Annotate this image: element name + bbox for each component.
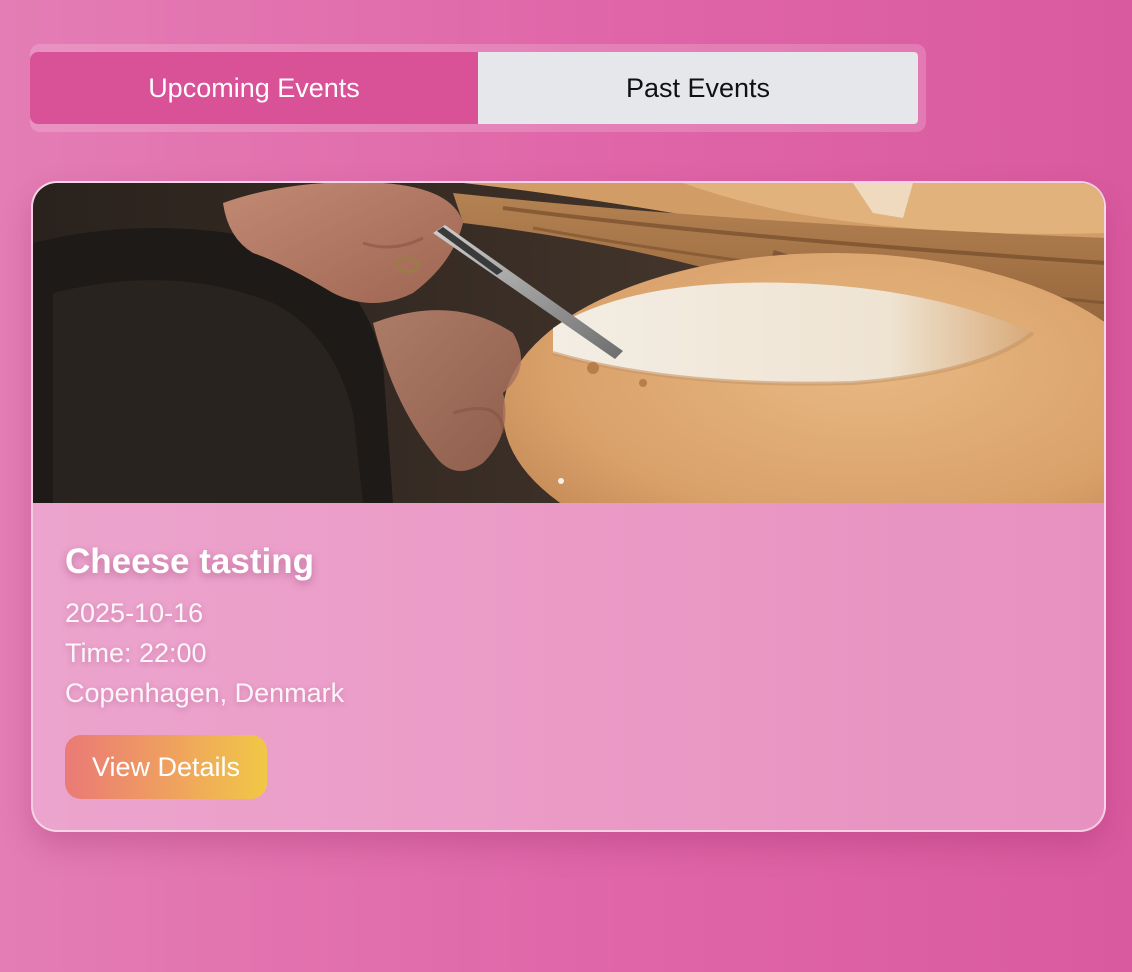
tab-past-events[interactable]: Past Events (478, 52, 918, 124)
view-details-button[interactable]: View Details (65, 735, 267, 799)
event-title: Cheese tasting (65, 542, 314, 581)
event-time: Time: 22:00 (65, 638, 207, 668)
event-tabs: Upcoming Events Past Events (30, 44, 926, 132)
tab-upcoming-events[interactable]: Upcoming Events (30, 52, 478, 124)
event-location: Copenhagen, Denmark (65, 678, 345, 708)
event-date: 2025-10-16 (65, 598, 204, 628)
event-card: Cheese tasting 2025-10-16 Time: 22:00 Co… (31, 181, 1106, 832)
event-image (33, 183, 1104, 503)
event-info: Cheese tasting 2025-10-16 Time: 22:00 Co… (65, 541, 344, 713)
